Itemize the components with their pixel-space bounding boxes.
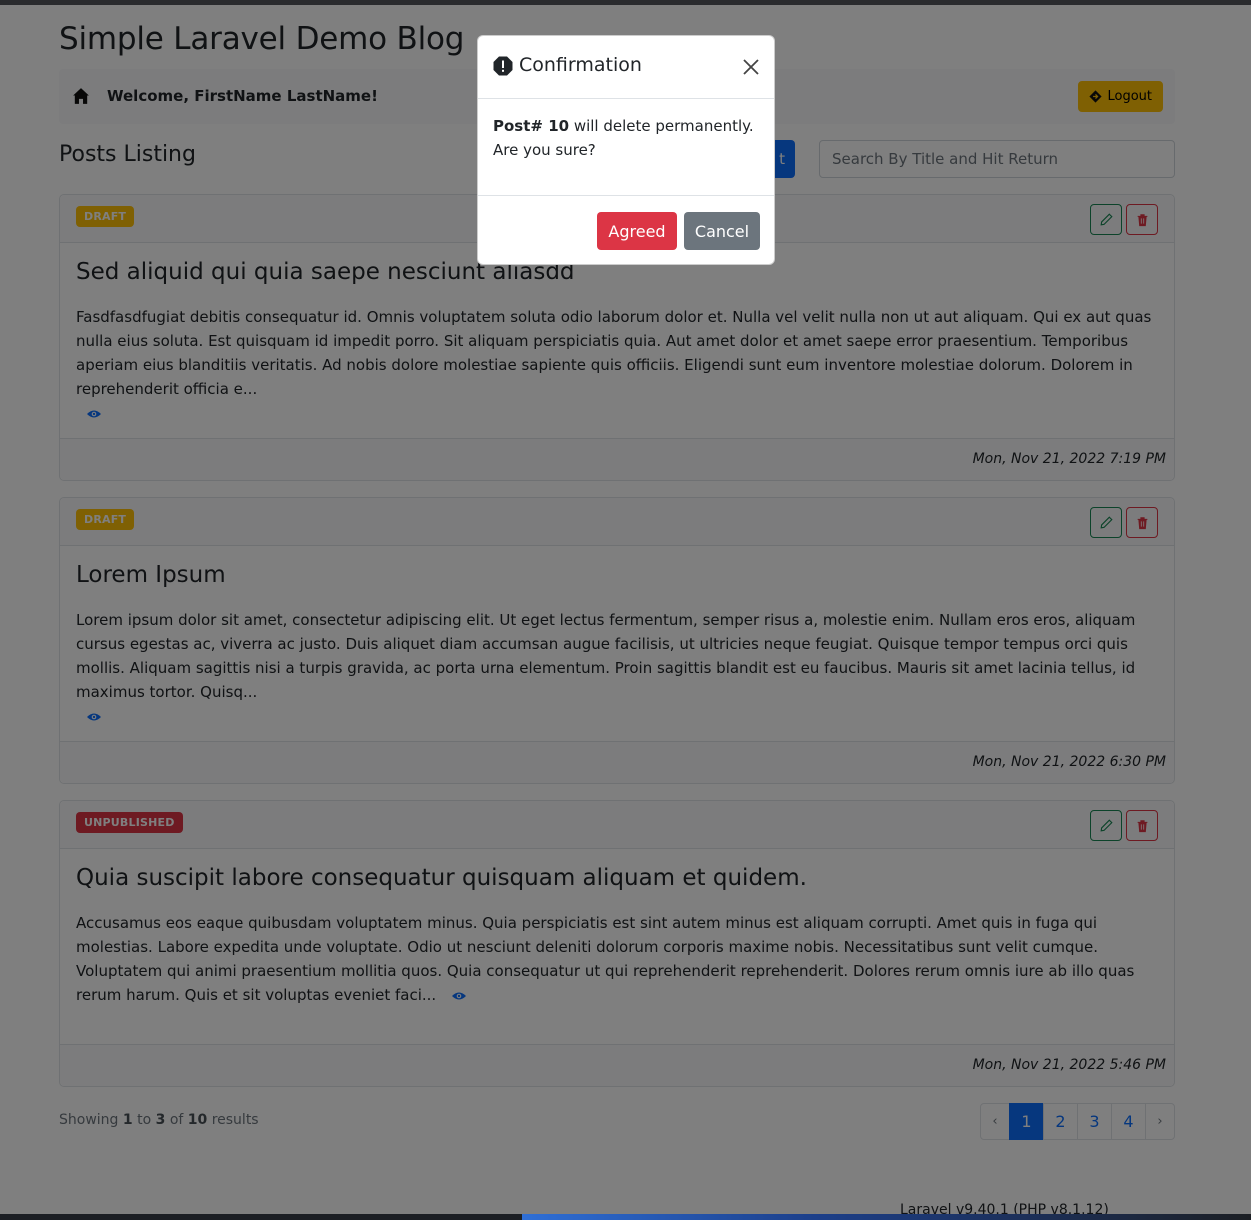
cancel-button[interactable]: Cancel: [684, 212, 760, 250]
close-icon[interactable]: [742, 58, 760, 76]
modal-footer: Agreed Cancel: [478, 195, 774, 266]
modal-question: Are you sure?: [493, 141, 596, 159]
modal-header: Confirmation: [478, 36, 774, 99]
modal-post-label: Post# 10: [493, 117, 570, 135]
confirmation-modal: Confirmation Post# 10 will delete perman…: [477, 35, 775, 265]
modal-message: will delete permanently.: [569, 117, 754, 135]
modal-body: Post# 10 will delete permanently. Are yo…: [493, 114, 761, 162]
modal-title: Confirmation: [519, 54, 642, 76]
taskbar-accent: [522, 1214, 1251, 1220]
taskbar-edge: [0, 1214, 1251, 1220]
exclamation-octagon-icon: [493, 56, 513, 76]
agreed-button[interactable]: Agreed: [597, 212, 677, 250]
